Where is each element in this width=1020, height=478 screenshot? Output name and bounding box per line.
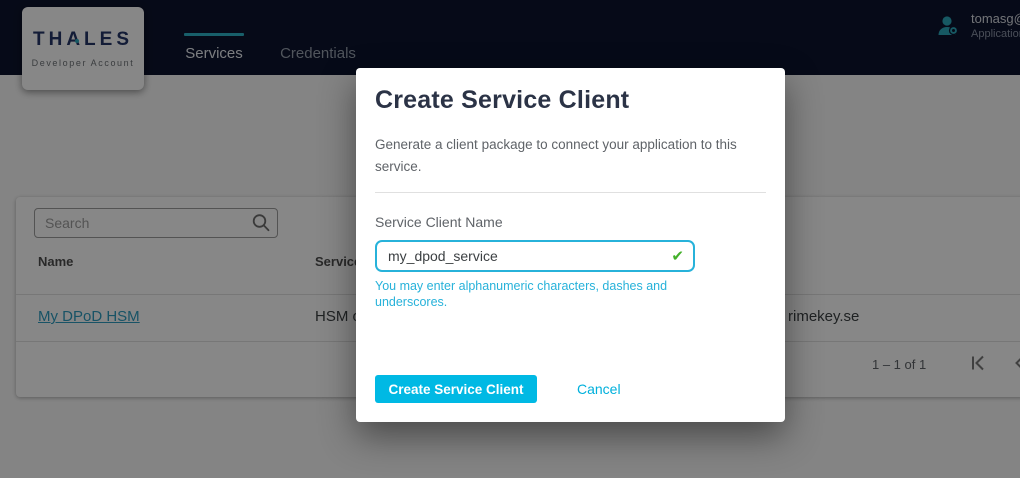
create-service-client-button[interactable]: Create Service Client	[375, 375, 537, 403]
service-client-name-input[interactable]	[377, 248, 671, 264]
field-helper-text: You may enter alphanumeric characters, d…	[375, 278, 677, 310]
dialog-description: Generate a client package to connect you…	[375, 134, 770, 178]
create-service-client-dialog: Create Service Client Generate a client …	[356, 68, 785, 422]
service-client-name-field-wrap: ✔	[375, 240, 695, 272]
service-client-name-label: Service Client Name	[375, 214, 503, 230]
cancel-button[interactable]: Cancel	[577, 381, 621, 397]
dialog-title: Create Service Client	[375, 86, 629, 115]
check-icon: ✔	[671, 249, 684, 264]
dialog-divider	[375, 192, 766, 193]
